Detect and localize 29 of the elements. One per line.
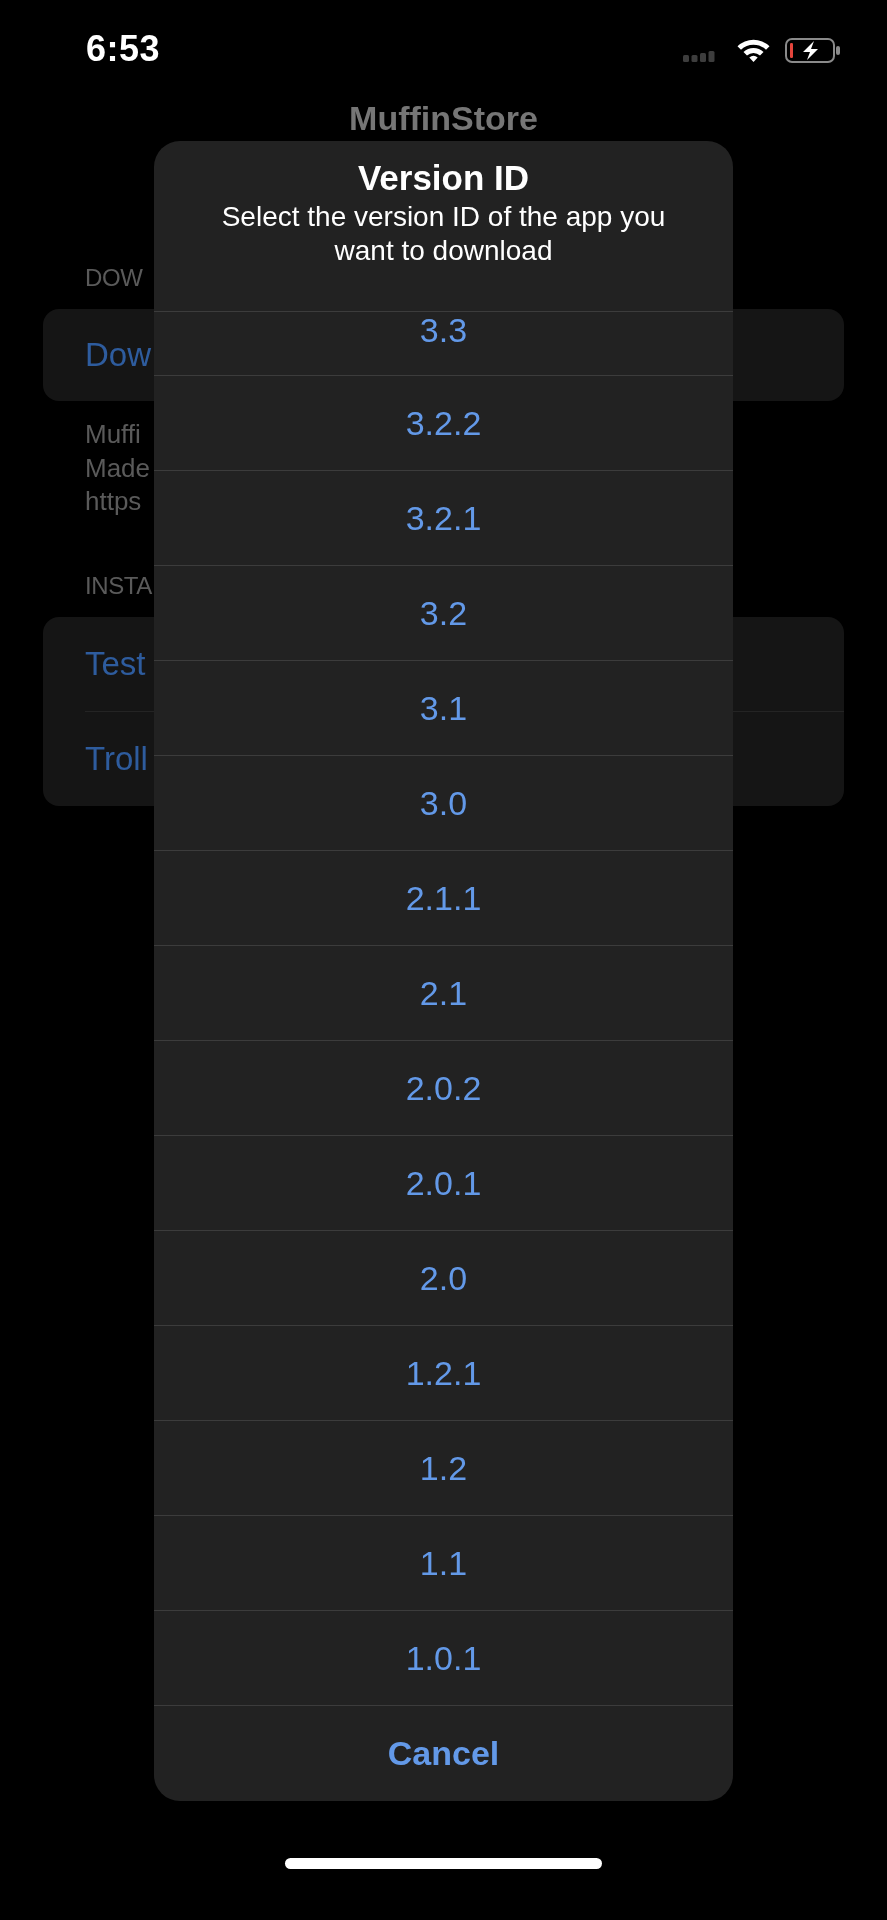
version-option[interactable]: 2.0.2 [154,1040,733,1135]
version-option[interactable]: 1.2.1 [154,1325,733,1420]
wifi-icon [736,37,771,63]
navigation-title: MuffinStore [349,98,538,138]
section-header: DOW [85,263,143,293]
version-option[interactable]: 3.0 [154,755,733,850]
cellular-signal-icon [683,50,715,62]
version-option[interactable]: 2.1.1 [154,850,733,945]
battery-charging-icon [785,37,841,63]
version-option[interactable]: 1.1 [154,1515,733,1610]
footer-text: Made [85,451,151,485]
home-indicator[interactable] [285,1858,602,1869]
cancel-button[interactable]: Cancel [154,1705,733,1801]
version-option[interactable]: 3.3 [154,311,733,375]
version-option[interactable]: 3.2.2 [154,375,733,470]
version-option[interactable]: 1.2 [154,1420,733,1515]
version-option[interactable]: 2.0 [154,1230,733,1325]
version-option[interactable]: 3.1 [154,660,733,755]
alert-title: Version ID [356,158,531,198]
version-option[interactable]: 3.2.1 [154,470,733,565]
version-option[interactable]: 2.0.1 [154,1135,733,1230]
footer-text: https [85,485,142,518]
alert-message: Select the version ID of the app you want to download [220,200,667,268]
version-option[interactable]: 1.0.1 [154,1610,733,1705]
version-option[interactable]: 3.2 [154,565,733,660]
status-time: 6:53 [86,29,161,69]
section-header: INSTA [85,570,152,601]
version-option[interactable]: 2.1 [154,945,733,1040]
footer-text: Muffi [85,418,141,451]
